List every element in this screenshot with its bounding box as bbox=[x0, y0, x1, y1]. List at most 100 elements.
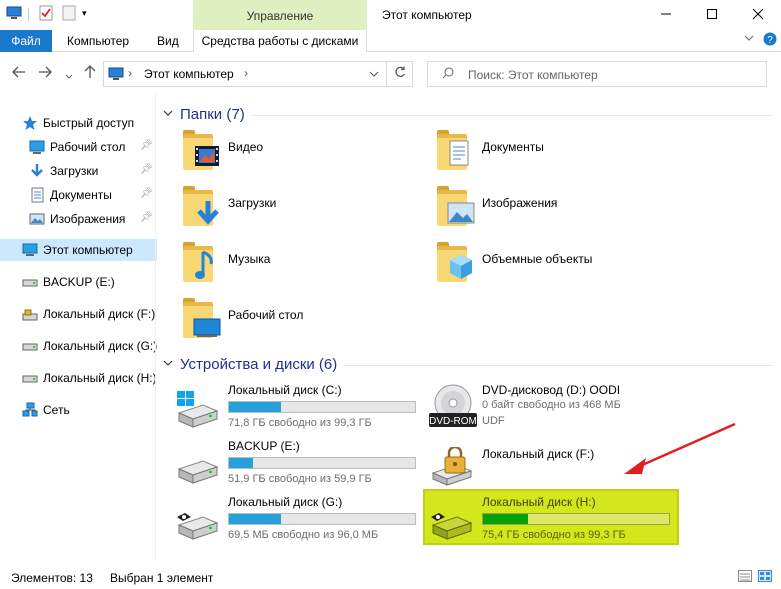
drive-free-space: 0 байт свободно из 468 МБ bbox=[482, 399, 621, 411]
tab-file[interactable]: Файл bbox=[0, 30, 52, 52]
folder-video[interactable]: Видео bbox=[157, 128, 397, 178]
expand-ribbon-icon[interactable] bbox=[744, 33, 754, 46]
collapse-chevron-icon[interactable] bbox=[163, 358, 173, 371]
title-bar: ▾ Управление Этот компьютер bbox=[0, 0, 781, 30]
dvd-rom-icon: DVD-ROM bbox=[427, 383, 479, 431]
folder-label: Загрузки bbox=[228, 196, 277, 210]
chevron-right-icon[interactable]: › bbox=[128, 66, 132, 80]
drive-label: Локальный диск (H:) bbox=[482, 495, 596, 509]
desktop-folder-icon bbox=[29, 139, 45, 155]
maximize-icon[interactable] bbox=[701, 4, 723, 24]
desktop-folder-icon bbox=[181, 298, 221, 342]
recent-locations-icon[interactable] bbox=[65, 67, 73, 83]
close-icon[interactable] bbox=[747, 4, 769, 24]
sidebar-item-local-g[interactable]: Локальный диск (G:) bbox=[0, 335, 157, 357]
sidebar-item-desktop[interactable]: Рабочий стол 📌︎ bbox=[0, 136, 157, 158]
folder-desktop[interactable]: Рабочий стол bbox=[157, 296, 397, 346]
sidebar-item-local-f[interactable]: Локальный диск (F:) bbox=[0, 303, 157, 325]
folder-3d-objects[interactable]: Объемные объекты bbox=[411, 240, 651, 290]
address-bar[interactable]: › Этот компьютер › bbox=[103, 61, 387, 87]
pictures-folder-icon bbox=[435, 186, 475, 230]
tiles-view-icon[interactable] bbox=[758, 570, 772, 585]
folders-group-header[interactable]: Папки (7) bbox=[163, 106, 245, 123]
drive-icon bbox=[22, 274, 38, 290]
properties-icon[interactable] bbox=[38, 5, 54, 21]
pin-icon[interactable]: 📌︎ bbox=[140, 164, 153, 175]
locked-drive-icon bbox=[429, 445, 473, 487]
drive-icon bbox=[175, 447, 219, 487]
window-title: Этот компьютер bbox=[382, 8, 472, 22]
details-view-icon[interactable] bbox=[738, 570, 752, 585]
sidebar-item-label: Локальный диск (G:) bbox=[43, 339, 157, 353]
address-dropdown-icon[interactable] bbox=[369, 67, 379, 81]
group-divider bbox=[343, 365, 773, 366]
tab-computer[interactable]: Компьютер bbox=[67, 30, 129, 52]
documents-folder-icon bbox=[435, 130, 475, 174]
drive-c[interactable]: Локальный диск (C:) 71,8 ГБ свободно из … bbox=[157, 381, 416, 437]
folder-music[interactable]: Музыка bbox=[157, 240, 397, 290]
toolbar-separator bbox=[28, 8, 29, 22]
drive-usage-fill bbox=[229, 458, 254, 468]
pane-divider[interactable] bbox=[155, 94, 156, 560]
drive-label: Локальный диск (C:) bbox=[228, 383, 342, 397]
pin-icon[interactable]: 📌︎ bbox=[140, 140, 153, 151]
tab-view[interactable]: Вид bbox=[157, 30, 179, 52]
group-divider bbox=[252, 115, 772, 116]
customize-quick-access-icon[interactable]: ▾ bbox=[82, 8, 87, 19]
folder-pictures[interactable]: Изображения bbox=[411, 184, 651, 234]
star-icon bbox=[22, 115, 38, 131]
forward-arrow-icon[interactable] bbox=[38, 65, 52, 81]
sidebar-item-downloads[interactable]: Загрузки 📌︎ bbox=[0, 160, 157, 182]
drive-label: BACKUP (E:) bbox=[228, 439, 300, 453]
help-icon[interactable]: ? bbox=[763, 32, 777, 49]
pin-icon[interactable]: 📌︎ bbox=[140, 212, 153, 223]
windows-drive-icon bbox=[175, 391, 219, 431]
sidebar-item-label: Сеть bbox=[43, 403, 70, 417]
computer-icon bbox=[108, 67, 124, 84]
search-icon bbox=[442, 67, 454, 82]
sidebar-item-pictures[interactable]: Изображения 📌︎ bbox=[0, 208, 157, 230]
drives-group-header[interactable]: Устройства и диски (6) bbox=[163, 356, 337, 373]
pin-icon[interactable]: 📌︎ bbox=[140, 188, 153, 199]
3d-objects-folder-icon bbox=[435, 242, 475, 286]
collapse-chevron-icon[interactable] bbox=[163, 108, 173, 121]
drive-label: Локальный диск (G:) bbox=[228, 495, 343, 509]
sidebar-item-label: Быстрый доступ bbox=[43, 116, 135, 130]
drive-label: DVD-дисковод (D:) OODI bbox=[482, 383, 621, 397]
manage-tab[interactable]: Управление bbox=[193, 0, 367, 30]
drive-f[interactable]: Локальный диск (F:) bbox=[411, 437, 661, 493]
drive-g[interactable]: Локальный диск (G:) 69,5 МБ свободно из … bbox=[157, 493, 416, 549]
folder-documents[interactable]: Документы bbox=[411, 128, 651, 178]
computer-icon[interactable] bbox=[6, 5, 22, 21]
sidebar-item-documents[interactable]: Документы 📌︎ bbox=[0, 184, 157, 206]
drive-h[interactable]: Локальный диск (H:) 75,4 ГБ свободно из … bbox=[411, 493, 670, 549]
back-arrow-icon[interactable] bbox=[12, 65, 26, 81]
up-arrow-icon[interactable] bbox=[84, 65, 96, 82]
sidebar-item-this-pc[interactable]: Этот компьютер bbox=[0, 239, 157, 261]
sidebar-item-label: Локальный диск (H:) bbox=[43, 371, 157, 385]
drive-icon bbox=[429, 503, 473, 543]
svg-text:?: ? bbox=[767, 35, 773, 46]
sidebar-item-quick-access[interactable]: Быстрый доступ bbox=[0, 112, 157, 134]
drive-free-space: 69,5 МБ свободно из 96,0 МБ bbox=[228, 529, 379, 541]
folder-downloads[interactable]: Загрузки bbox=[157, 184, 397, 234]
drive-usage-fill bbox=[229, 402, 282, 412]
drive-usage-bar bbox=[482, 513, 670, 525]
chevron-right-icon[interactable]: › bbox=[244, 66, 248, 80]
drive-e[interactable]: BACKUP (E:) 51,9 ГБ свободно из 59,9 ГБ bbox=[157, 437, 416, 493]
minimize-icon[interactable] bbox=[655, 4, 677, 24]
locked-drive-icon bbox=[22, 306, 38, 322]
group-title: Устройства и диски (6) bbox=[180, 356, 338, 373]
sidebar-item-label: Документы bbox=[50, 188, 112, 202]
drive-d[interactable]: DVD-ROM DVD-дисковод (D:) OODI 0 байт св… bbox=[411, 381, 661, 437]
sidebar-item-network[interactable]: Сеть bbox=[0, 399, 157, 421]
sidebar-item-local-h[interactable]: Локальный диск (H:) bbox=[0, 367, 157, 389]
search-placeholder: Поиск: Этот компьютер bbox=[468, 68, 598, 82]
sidebar-item-label: BACKUP (E:) bbox=[43, 275, 115, 289]
navigation-pane: Быстрый доступ Рабочий стол 📌︎ Загрузки … bbox=[0, 94, 157, 560]
tab-disk-tools[interactable]: Средства работы с дисками bbox=[193, 30, 367, 52]
sidebar-item-backup-e[interactable]: BACKUP (E:) bbox=[0, 271, 157, 293]
refresh-button[interactable] bbox=[387, 61, 413, 87]
new-folder-icon[interactable] bbox=[62, 5, 76, 21]
search-input[interactable]: Поиск: Этот компьютер bbox=[427, 61, 767, 87]
